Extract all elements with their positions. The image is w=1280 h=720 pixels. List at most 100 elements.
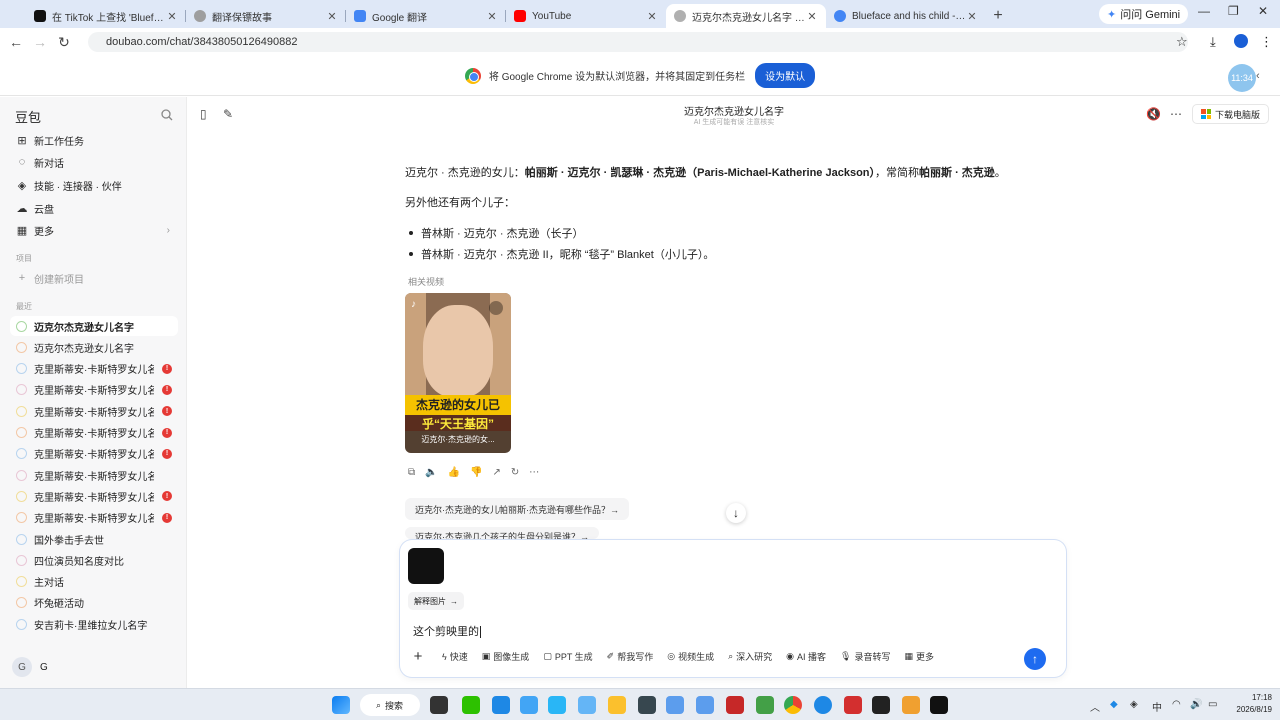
recent-chat-item[interactable]: 安吉莉卡·里维拉女儿名字 <box>10 614 178 634</box>
volume-icon[interactable]: 🔊 <box>1190 699 1202 710</box>
notes-icon[interactable] <box>756 696 774 714</box>
tab-tiktok[interactable]: 在 TikTok 上查找 'Blueface and his child'✕ <box>26 4 186 28</box>
capcut-icon[interactable] <box>930 696 948 714</box>
app-icon[interactable] <box>578 696 596 714</box>
close-icon[interactable]: ✕ <box>326 10 338 23</box>
wifi-icon[interactable]: ◠ <box>1172 699 1181 710</box>
close-window-button[interactable]: ✕ <box>1258 4 1268 18</box>
new-tab-button[interactable]: + <box>986 4 1010 28</box>
more-options-icon[interactable]: ⋯ <box>1170 107 1182 121</box>
taskbar-search[interactable]: ⌕ 搜索 <box>360 694 420 716</box>
message-input[interactable]: 这个剪映里的 <box>413 623 481 639</box>
thumbs-down-icon[interactable]: 👎 <box>470 467 482 478</box>
tab-google-search[interactable]: Blueface and his child - Google✕ <box>826 4 986 28</box>
recent-chat-item[interactable]: 克里斯蒂安·卡斯特罗女儿名字! <box>10 444 178 464</box>
recent-chat-item[interactable]: 迈克尔杰克逊女儿名字 <box>10 337 178 357</box>
tab-youtube[interactable]: YouTube ✕ <box>506 4 666 28</box>
chrome-icon[interactable] <box>784 696 802 714</box>
close-icon[interactable]: ✕ <box>966 10 978 23</box>
explain-image-chip[interactable]: 解释图片 → <box>408 592 464 610</box>
app-icon[interactable] <box>520 696 538 714</box>
ask-gemini-button[interactable]: ✦ 问问 Gemini <box>1099 4 1189 24</box>
recent-chat-item[interactable]: 迈克尔杰克逊女儿名字 <box>10 316 178 336</box>
recent-chat-item[interactable]: 坏兔砸活动 <box>10 593 178 613</box>
task-view-icon[interactable] <box>430 696 448 714</box>
restore-button[interactable]: ❐ <box>1228 4 1239 18</box>
battery-icon[interactable]: ▭ <box>1208 699 1217 710</box>
share-icon[interactable]: ↗ <box>493 467 501 478</box>
sidebar-item-skills[interactable]: ◈ 技能 · 连接器 · 伙伴 <box>16 176 176 194</box>
app-icon[interactable] <box>492 696 510 714</box>
bookmark-star-icon[interactable]: ☆ <box>1176 34 1188 50</box>
file-explorer-icon[interactable] <box>608 696 626 714</box>
pen-app-icon[interactable] <box>638 696 656 714</box>
floating-clock-widget[interactable]: 11:34 <box>1228 64 1256 92</box>
sidebar-item-new-chat[interactable]: ◌ 新对话 <box>16 153 176 171</box>
app-icon[interactable] <box>726 696 744 714</box>
recent-chat-item[interactable]: 国外拳击手去世 <box>10 529 178 549</box>
create-project-button[interactable]: + 创建新项目 <box>16 269 176 287</box>
add-attachment-button[interactable]: + <box>408 648 428 665</box>
tool-transcribe[interactable]: 🎙 录音转写 <box>840 650 890 663</box>
suggestion-chip[interactable]: 迈克尔·杰克逊几个孩子的生母分别是谁？→ <box>405 527 599 539</box>
copy-icon[interactable]: ⧉ <box>408 467 415 478</box>
recent-chat-item[interactable]: 克里斯蒂安·卡斯特罗女儿名字! <box>10 401 178 421</box>
send-button[interactable]: ↑ <box>1024 648 1046 670</box>
reload-icon[interactable]: ↻ <box>52 34 76 51</box>
tray-app-icon[interactable]: ◈ <box>1130 699 1138 710</box>
sidebar-item-more[interactable]: ▦ 更多 › <box>16 221 176 239</box>
set-default-button[interactable]: 设为默认 <box>755 63 816 88</box>
chevron-left-icon[interactable]: ‹ <box>1256 70 1260 82</box>
attached-image-thumbnail[interactable] <box>408 548 444 584</box>
tool-video-gen[interactable]: ◎ 视频生成 <box>667 650 714 663</box>
forward-arrow-icon[interactable]: → <box>28 34 52 50</box>
mute-speaker-icon[interactable]: 🔇 <box>1146 107 1161 121</box>
tool-writing[interactable]: ✐ 帮我写作 <box>607 650 654 663</box>
more-icon[interactable]: ⋯ <box>529 467 539 478</box>
related-video-card[interactable]: ♪ 杰克逊的女儿已 乎“天王基因” 迈克尔·杰克逊的女... <box>405 293 511 453</box>
back-arrow-icon[interactable]: ← <box>4 34 28 50</box>
sidebar-item-new-task[interactable]: ⊞ 新工作任务 <box>16 131 176 149</box>
taskbar-clock[interactable]: 17:18 2026/8/19 <box>1230 692 1272 716</box>
edge-icon[interactable] <box>814 696 832 714</box>
speaker-icon[interactable]: 🔈 <box>425 467 437 478</box>
regenerate-icon[interactable]: ↻ <box>511 467 519 478</box>
wechat-icon[interactable] <box>462 696 480 714</box>
tool-fast[interactable]: ϟ 快速 <box>442 650 468 663</box>
recent-chat-item[interactable]: 克里斯蒂安·卡斯特罗女儿名字! <box>10 508 178 528</box>
recent-chat-item[interactable]: 主对话 <box>10 572 178 592</box>
recent-chat-item[interactable]: 克里斯蒂安·卡斯特罗女儿名字! <box>10 380 178 400</box>
close-icon[interactable]: ✕ <box>486 10 498 23</box>
recent-chat-item[interactable]: 四位演员知名度对比 <box>10 550 178 570</box>
url-bar[interactable]: doubao.com/chat/38438050126490882 <box>88 32 1188 52</box>
minimize-button[interactable]: — <box>1198 4 1210 18</box>
menu-kebab-icon[interactable]: ⋮ <box>1260 34 1273 50</box>
tab-translate-story[interactable]: 翻译保镖故事 ✕ <box>186 4 346 28</box>
app-icon[interactable] <box>902 696 920 714</box>
tray-app-icon[interactable]: ◆ <box>1110 699 1118 710</box>
app-icon[interactable] <box>548 696 566 714</box>
tab-doubao-active[interactable]: 迈克尔杰克逊女儿名字 - 豆包✕ <box>666 4 826 28</box>
tool-image-gen[interactable]: ▣ 图像生成 <box>482 650 530 663</box>
tab-google-translate[interactable]: Google 翻译 ✕ <box>346 4 506 28</box>
close-icon[interactable]: ✕ <box>166 10 178 23</box>
thumbs-up-icon[interactable]: 👍 <box>448 467 460 478</box>
suggestion-chip[interactable]: 迈克尔·杰克逊的女儿帕丽斯·杰克逊有哪些作品？→ <box>405 498 629 520</box>
windows-start-icon[interactable] <box>332 696 350 714</box>
tool-deep-research[interactable]: ⌕ 深入研究 <box>728 650 772 663</box>
capcut-icon[interactable] <box>872 696 890 714</box>
chevron-up-icon[interactable]: ︿ <box>1090 699 1100 714</box>
recent-chat-item[interactable]: 克里斯蒂安·卡斯特罗女儿名字! <box>10 486 178 506</box>
recent-chat-item[interactable]: 克里斯蒂安·卡斯特罗女儿名字! <box>10 423 178 443</box>
download-icon[interactable]: ⤓ <box>1210 34 1216 50</box>
sidebar-item-cloud[interactable]: ☁ 云盘 <box>16 199 176 217</box>
user-profile[interactable]: GG <box>12 657 48 677</box>
profile-avatar[interactable] <box>1234 34 1248 48</box>
ime-indicator[interactable]: 中 <box>1152 699 1162 714</box>
search-icon[interactable] <box>161 109 173 121</box>
wps-icon[interactable] <box>844 696 862 714</box>
recent-chat-item[interactable]: 克里斯蒂安·卡斯特罗女儿名字 <box>10 465 178 485</box>
app-icon[interactable] <box>696 696 714 714</box>
tool-ppt-gen[interactable]: ▢ PPT 生成 <box>543 650 592 663</box>
close-icon[interactable]: ✕ <box>806 10 818 23</box>
